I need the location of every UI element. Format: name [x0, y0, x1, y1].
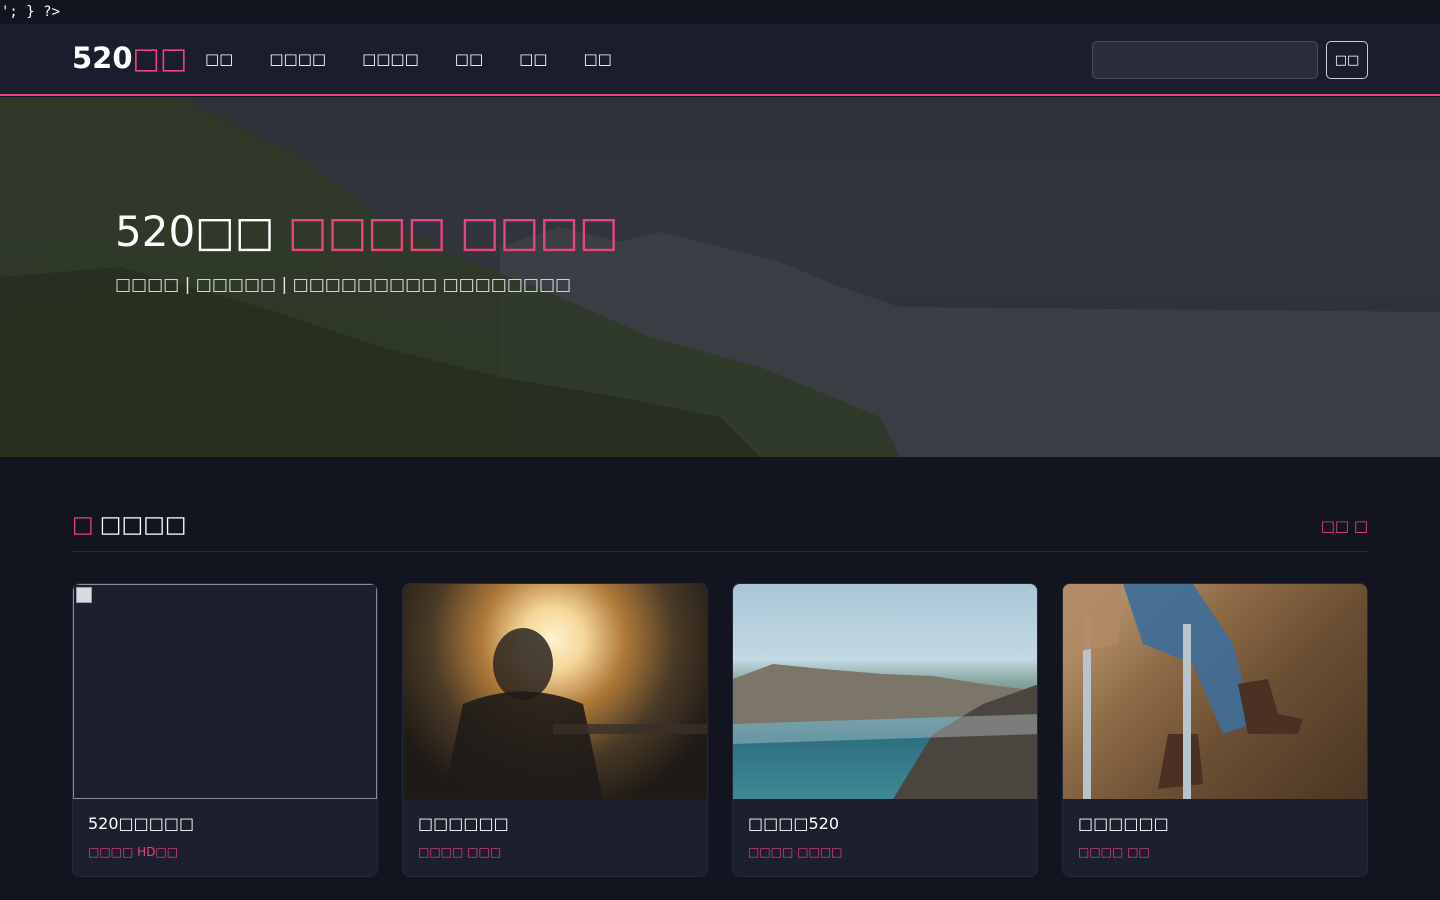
section-title: □ □□□□ [72, 512, 187, 538]
search-button[interactable]: □□ [1326, 41, 1368, 79]
card-meta: □□□□ □□□□ [748, 845, 843, 859]
video-card[interactable]: 520□□□□□ □□□□ HD□□ [72, 583, 378, 877]
site-logo[interactable]: 520□□ [72, 41, 187, 75]
card-thumbnail-broken[interactable] [73, 584, 377, 799]
rocky-coast-image [733, 664, 1037, 799]
video-card[interactable]: □□□□□□ □□□□ □□□ [402, 583, 708, 877]
search-input[interactable] [1092, 41, 1318, 79]
hero-banner: 520□□ □□□□ □□□□ □□□□ | □□□□□ | □□□□□□□□□… [0, 97, 1440, 457]
nav-link-5[interactable]: □□ [519, 50, 547, 68]
hero-title: 520□□ □□□□ □□□□ [115, 207, 619, 256]
card-thumbnail[interactable] [733, 584, 1037, 799]
section-title-text: □□□□ [99, 512, 187, 538]
person-sunset-image [443, 628, 707, 799]
card-meta: □□□□ □□ [1078, 845, 1150, 859]
section-header: □ □□□□ □□ □ [72, 510, 1368, 552]
boots-stool-image [1063, 584, 1303, 799]
hero-title-accent: □□□□ □□□□ [287, 207, 619, 256]
hero-title-main: 520□□ [115, 207, 275, 256]
video-card-list: 520□□□□□ □□□□ HD□□ □□□□□□ □□□□ □□□ □□□□5… [72, 583, 1368, 877]
nav-link-home[interactable]: □□ [205, 50, 233, 68]
nav-link-6[interactable]: □□ [583, 50, 611, 68]
nav-link-2[interactable]: □□□□ [269, 50, 326, 68]
nav-link-4[interactable]: □□ [455, 50, 483, 68]
main-nav: □□ □□□□ □□□□ □□ □□ □□ [205, 50, 648, 68]
raw-code-text: '; } ?> [0, 0, 1440, 24]
card-title[interactable]: □□□□□□ [418, 814, 509, 833]
card-meta: □□□□ □□□ [418, 845, 502, 859]
card-title[interactable]: □□□□□□ [1078, 814, 1169, 833]
video-card[interactable]: □□□□□□ □□□□ □□ [1062, 583, 1368, 877]
video-card[interactable]: □□□□520 □□□□ □□□□ [732, 583, 1038, 877]
navbar: 520□□ □□ □□□□ □□□□ □□ □□ □□ □□ [0, 24, 1440, 96]
logo-accent-text: □□ [132, 41, 188, 75]
card-title[interactable]: □□□□520 [748, 814, 839, 833]
broken-image-icon [76, 587, 92, 603]
card-thumbnail[interactable] [403, 584, 707, 799]
section-title-icon: □ [72, 512, 94, 538]
logo-text: 520 [72, 41, 133, 75]
card-thumbnail[interactable] [1063, 584, 1367, 799]
more-link[interactable]: □□ □ [1321, 517, 1368, 535]
card-meta: □□□□ HD□□ [88, 845, 179, 859]
hero-subtitle: □□□□ | □□□□□ | □□□□□□□□□ □□□□□□□□ [115, 275, 572, 295]
nav-link-3[interactable]: □□□□ [362, 50, 419, 68]
card-title[interactable]: 520□□□□□ [88, 814, 194, 833]
